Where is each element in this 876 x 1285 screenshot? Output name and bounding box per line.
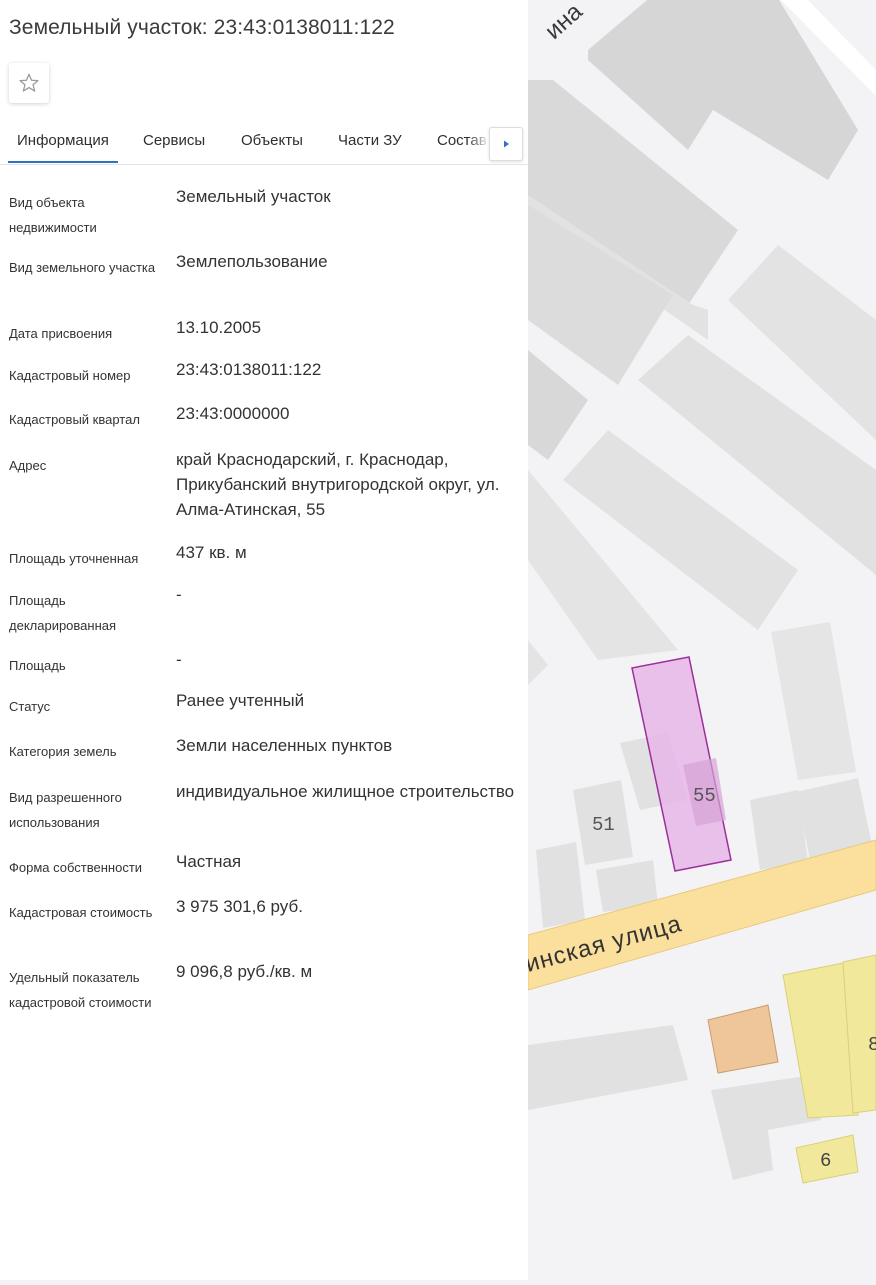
caret-right-icon [504,140,509,148]
field-value: - [176,585,182,604]
tab-objects[interactable]: Объекты [241,120,303,163]
field-label: Вид разрешенного использования [9,790,122,830]
map-view[interactable]: ина инская улица 51 55 6 8 [523,0,876,1280]
house-number-8: 8 [868,1034,876,1056]
page-title: Земельный участок: 23:43:0138011:122 [9,16,395,39]
field-value: Частная [176,852,242,871]
info-panel: Земельный участок: 23:43:0138011:122 Инф… [0,0,528,1280]
field-label: Площадь уточненная [9,551,139,566]
tab-information[interactable]: Информация [8,120,118,163]
field-label: Удельный показатель кадастровой стоимост… [9,970,152,1010]
favorite-button[interactable] [9,63,49,103]
field-value: 3 975 301,6 руб. [176,897,303,916]
field-value: 437 кв. м [176,543,247,562]
field-label: Вид объекта недвижимости [9,195,97,235]
tabs-next-button[interactable] [489,127,523,161]
field-label: Площадь декларированная [9,593,117,633]
house-number-51: 51 [592,814,615,836]
map-canvas[interactable]: ина инская улица 51 55 6 8 [523,0,876,1280]
field-value: 13.10.2005 [176,318,262,337]
house-number-55: 55 [693,785,716,807]
field-label: Кадастровый квартал [9,412,140,427]
field-label: Статус [9,699,51,714]
field-label: Кадастровая стоимость [9,905,153,920]
field-value: индивидуальное жилищное строительство [176,782,515,801]
field-value: - [176,650,182,669]
field-label: Категория земель [9,744,117,759]
field-value: Земли населенных пунктов [176,736,393,755]
star-outline-icon [19,73,39,92]
field-value: Землепользование [176,252,328,271]
field-value: Ранее учтенный [176,691,305,710]
field-value: Земельный участок [176,187,331,206]
field-label: Кадастровый номер [9,368,131,383]
tab-services[interactable]: Сервисы [143,120,205,163]
field-value: 23:43:0138011:122 [176,360,322,379]
field-label: Форма собственности [9,860,143,875]
tab-bar: Информация Сервисы Объекты Части ЗУ Сост… [0,120,528,165]
field-label: Вид земельного участка [9,260,156,275]
field-label: Дата присвоения [9,326,113,341]
field-label: Адрес [9,458,47,473]
field-value: край Краснодарский, г. Краснодар, Прикуб… [176,450,500,519]
tab-parcel-parts[interactable]: Части ЗУ [338,120,402,163]
field-value: 23:43:0000000 [176,404,290,423]
tab-overflow-fade [468,121,490,163]
field-label: Площадь [9,658,66,673]
field-value: 9 096,8 руб./кв. м [176,962,313,981]
house-number-6: 6 [820,1150,831,1172]
